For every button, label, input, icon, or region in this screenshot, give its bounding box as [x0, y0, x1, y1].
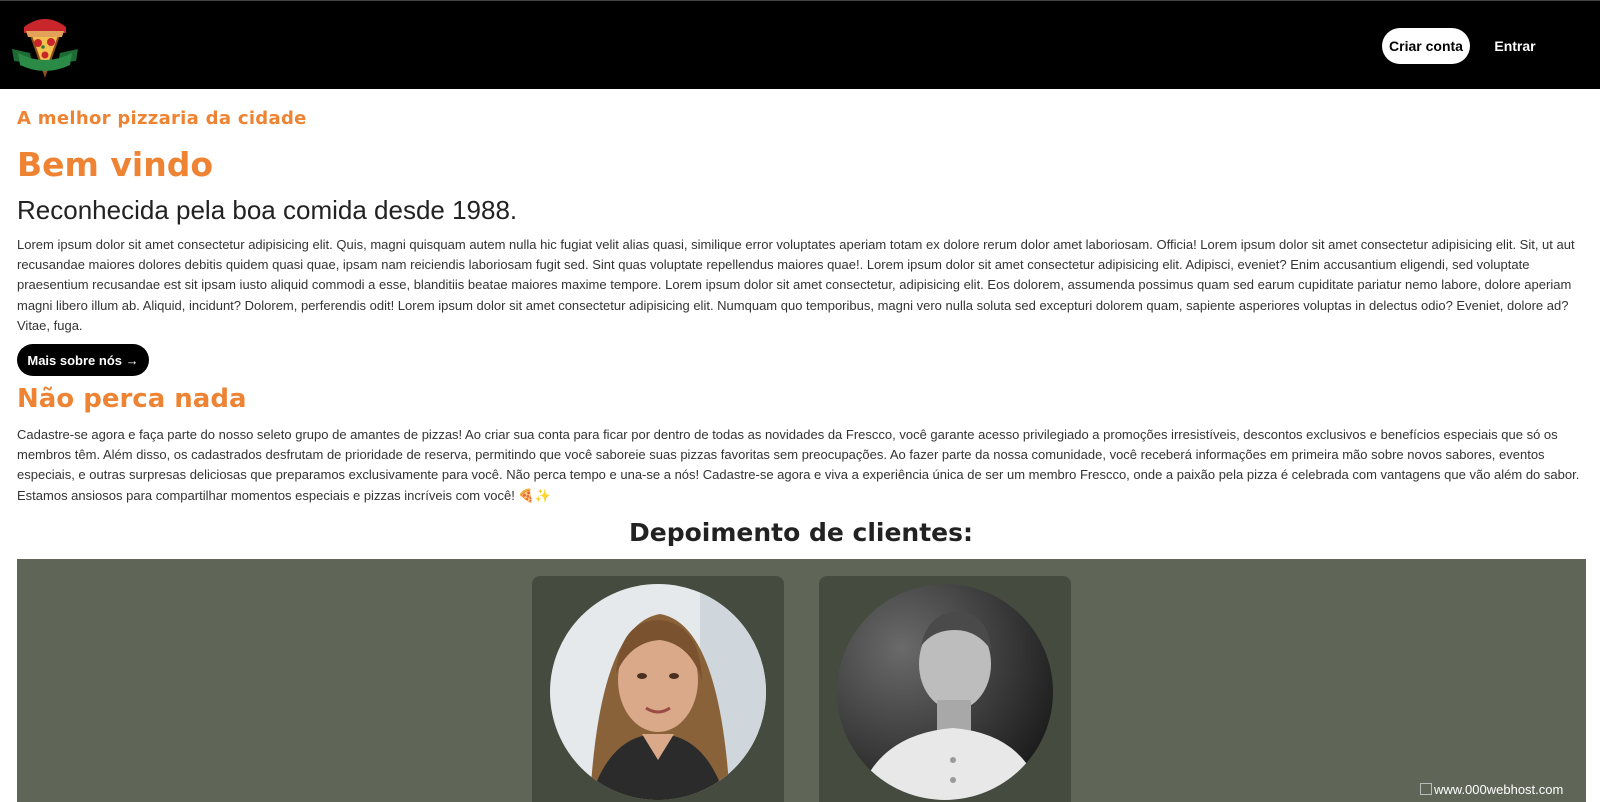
- customer-avatar: [550, 584, 766, 800]
- hero-title: Bem vindo: [17, 145, 214, 184]
- testimonial-card: [819, 576, 1071, 802]
- hosting-badge-text: www.000webhost.com: [1434, 782, 1564, 797]
- testimonials-title: Depoimento de clientes:: [628, 518, 974, 547]
- pizzeria-logo[interactable]: [10, 13, 80, 81]
- hero-tagline: A melhor pizzaria da cidade: [17, 108, 307, 129]
- login-button[interactable]: Entrar: [1478, 28, 1552, 64]
- customer-avatar: [837, 584, 1053, 800]
- testimonial-card: [532, 576, 784, 802]
- hosting-badge[interactable]: www.000webhost.com: [1420, 782, 1580, 802]
- signup-section-title: Não perca nada: [17, 384, 247, 414]
- signup-section-paragraph: Cadastre-se agora e faça parte do nosso …: [17, 427, 1580, 503]
- broken-image-icon: [1420, 783, 1432, 795]
- create-account-button[interactable]: Criar conta: [1382, 28, 1470, 64]
- hero-subtitle: Reconhecida pela boa comida desde 1988.: [17, 195, 518, 225]
- top-navbar: Criar conta Entrar: [0, 0, 1600, 89]
- testimonials-panel: [17, 559, 1586, 802]
- about-us-button[interactable]: Mais sobre nós →: [17, 344, 149, 376]
- hero-paragraph: Lorem ipsum dolor sit amet consectetur a…: [17, 237, 1575, 333]
